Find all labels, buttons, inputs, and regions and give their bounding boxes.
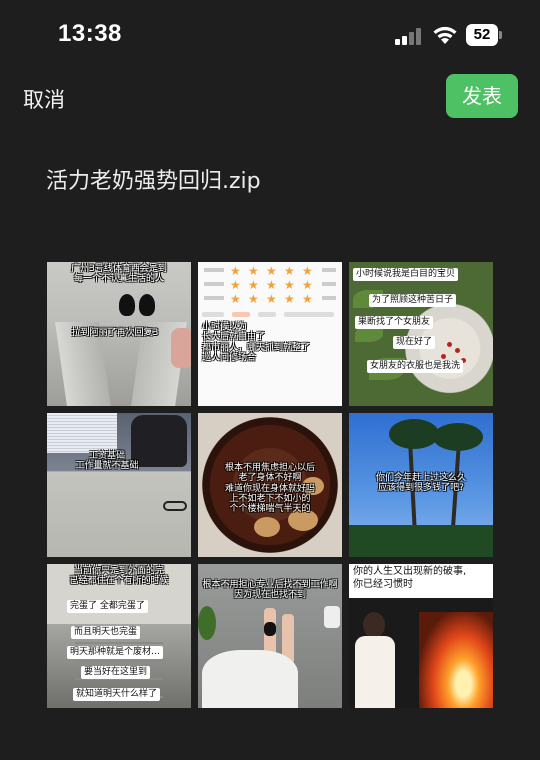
image-caption: 小时候说我是白目的宝贝: [353, 268, 459, 281]
image-caption: 工资基础 工作量就不基础: [75, 451, 139, 472]
wifi-icon: [433, 26, 457, 44]
image-thumbnail[interactable]: 当前你只是到外面的完 已经都住在个有所的时候 完蛋了 全都完蛋了 而且明天也完蛋 …: [47, 564, 191, 708]
status-bar: 13:38 52: [0, 0, 540, 70]
image-thumbnail[interactable]: 根本不用担心专业后找不到工作啊 因为现在也找不到: [198, 564, 342, 708]
image-caption: 小时候以为 长大后就自由了 都市丽人，哪天抓到就整了 巡人间修场合: [202, 322, 311, 364]
cancel-button[interactable]: 取消: [23, 84, 65, 114]
image-overlay-text: 拉到阿丽了再次回复3: [71, 328, 159, 338]
image-overlay-text: 完蛋了 全都完蛋了: [67, 600, 148, 613]
image-caption: 你们今年赶上过这么久 应该得到很多钱了吧?: [375, 473, 466, 494]
image-thumbnail[interactable]: 你的人生又出现新的破事, 你已经习惯时: [349, 564, 493, 708]
image-thumbnail[interactable]: 工资基础 工作量就不基础: [47, 413, 191, 557]
image-caption: 当前你只是到外面的完 已经都住在个有所的时候: [69, 566, 169, 587]
image-thumbnail[interactable]: ★ ★ ★ ★ ★ ★ ★ ★ ★ ★ ★ ★ ★ ★ ★ 小时候以为 长大后就自由了 都市丽人，哪天抓到…: [198, 262, 342, 406]
image-caption: 根本不用担心专业后找不到工作啊 因为现在也找不到: [202, 580, 338, 601]
image-thumbnail[interactable]: 小时候说我是白目的宝贝 为了照顾这种苦日子 果断找了个女朋友 现在好了 女朋友的…: [349, 262, 493, 406]
status-time: 13:38: [58, 20, 122, 47]
image-thumbnail[interactable]: 广州3号线体育西会是到 每一个不认真生活的人 拉到阿丽了再次回复3: [47, 262, 191, 406]
image-caption: 广州3号线体育西会是到 每一个不认真生活的人: [71, 264, 167, 285]
image-thumbnail[interactable]: 根本不用焦虑担心以后 老了身体不好啊 难道你现在身体就好吗 上不如老下不如小的 个个…: [198, 413, 342, 557]
battery-icon: 52: [466, 24, 502, 46]
image-caption: 你的人生又出现新的破事, 你已经习惯时: [353, 566, 467, 590]
attachment-file-name: 活力老奶强势回归.zip: [46, 169, 261, 194]
publish-button[interactable]: 发表: [446, 74, 518, 118]
image-thumbnail[interactable]: 你们今年赶上过这么久 应该得到很多钱了吧?: [349, 413, 493, 557]
cellular-signal-icon: [395, 27, 423, 45]
battery-level: 52: [473, 26, 491, 43]
image-caption: 根本不用焦虑担心以后 老了身体不好啊 难道你现在身体就好吗 上不如老下不如小的 个个…: [224, 463, 315, 515]
image-grid: 广州3号线体育西会是到 每一个不认真生活的人 拉到阿丽了再次回复3 ★ ★ ★ ★ ★ ★…: [47, 262, 493, 708]
